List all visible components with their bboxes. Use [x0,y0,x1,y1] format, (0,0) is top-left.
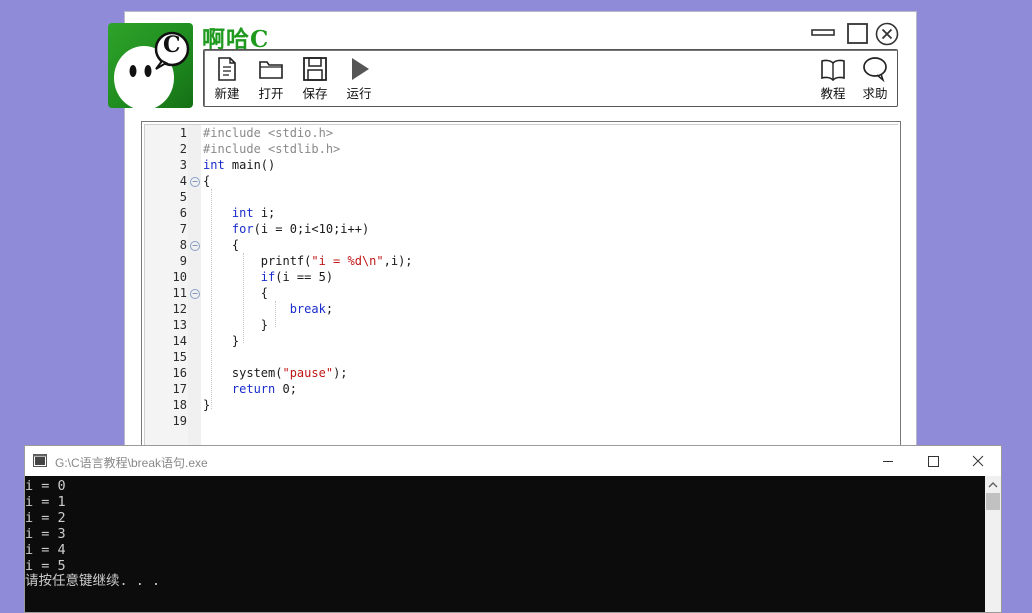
code-line: } [203,318,269,332]
code-line: return 0; [231,382,297,396]
line-number: 17 [172,382,187,396]
code-line: break; [289,302,334,316]
floppy-disk-icon [303,57,327,81]
code-line: printf("i = %d\n",i); [203,254,413,268]
line-number: 2 [179,142,187,156]
fold-margin [188,125,201,450]
fold-marker-icon[interactable]: − [190,289,200,299]
line-number: 5 [179,190,187,204]
close-icon [972,455,984,467]
code-line: #include <stdlib.h> [203,142,341,156]
save-label: 保存 [302,86,328,101]
help-label: 求助 [862,86,888,101]
open-button[interactable]: 打开 [248,56,294,104]
minimize-icon [883,461,893,462]
line-number: 7 [179,222,187,236]
line-number: 19 [172,414,187,428]
fold-marker-icon[interactable]: − [190,177,200,187]
maximize-icon [928,456,939,467]
line-number: 18 [172,398,187,412]
minimize-icon [811,29,835,36]
close-button[interactable] [875,22,899,46]
line-number: 16 [172,366,187,380]
code-line: } [203,398,211,412]
maximize-icon [847,23,868,44]
line-number: 9 [179,254,187,268]
logo-letter: C [163,32,181,58]
book-icon [821,59,845,82]
console-maximize-button[interactable] [910,446,956,476]
console-line: i = 1 [25,494,66,510]
console-scrollbar[interactable] [985,476,1001,612]
app-logo: C [108,23,193,108]
open-label: 打开 [258,86,284,101]
line-number: 11 [172,286,187,300]
line-number: 14 [172,334,187,348]
scrollbar-thumb[interactable] [986,493,1000,510]
run-button[interactable]: 运行 [336,56,382,104]
line-number: 15 [172,350,187,364]
console-title: G:\C语言教程\break语句.exe [55,456,208,470]
console-window: G:\C语言教程\break语句.exe i = 0 i = 1 i = 2 i… [24,445,1002,613]
code-line: } [203,334,240,348]
line-number: 12 [172,302,187,316]
console-titlebar[interactable]: G:\C语言教程\break语句.exe [25,446,1001,476]
console-app-icon [33,454,47,467]
code-line: { [203,174,211,188]
line-number: 13 [172,318,187,332]
code-line: { [203,286,269,300]
play-icon [352,58,369,80]
new-label: 新建 [214,86,240,101]
console-line: i = 2 [25,510,66,526]
minimize-button[interactable] [811,22,835,46]
scroll-up-icon [988,482,998,488]
new-file-icon [218,57,236,81]
code-line: { [203,238,240,252]
speech-bubble-icon [863,57,887,82]
code-editor[interactable]: 1 2 3 4 5 6 7 8 9 10 11 12 13 14 15 16 17 18 19 − − − #inc… [141,121,901,451]
console-line: i = 0 [25,478,66,494]
console-line: i = 3 [25,526,66,542]
line-number: 6 [179,206,187,220]
maximize-button[interactable] [846,22,870,46]
line-number: 10 [172,270,187,284]
tutorial-button[interactable]: 教程 [810,56,856,104]
toolbar: 新建 打开 保存 运行 教程 求助 [203,49,898,107]
help-button[interactable]: 求助 [852,56,898,104]
code-line: for(i = 0;i<10;i++) [231,222,370,236]
tutorial-label: 教程 [820,86,846,101]
console-line: i = 4 [25,542,66,558]
fold-marker-icon[interactable]: − [190,241,200,251]
code-line: #include <stdio.h> [203,126,334,140]
line-number: 1 [179,126,187,140]
code-line: int i; [231,206,276,220]
run-label: 运行 [346,86,372,101]
console-output[interactable]: i = 0 i = 1 i = 2 i = 3 i = 4 i = 5 请按任意… [25,476,985,612]
console-line: i = 5 [25,558,66,574]
line-number: 3 [179,158,187,172]
console-minimize-button[interactable] [865,446,911,476]
line-number: 8 [179,238,187,252]
new-button[interactable]: 新建 [204,56,250,104]
console-close-button[interactable] [955,446,1001,476]
code-line: system("pause"); [203,366,348,380]
close-icon [875,22,899,46]
code-line: if(i == 5) [260,270,334,284]
save-button[interactable]: 保存 [292,56,338,104]
folder-icon [259,61,283,79]
line-number: 4 [179,174,187,188]
console-line: 请按任意键继续. . . [25,573,161,589]
code-line: int main() [203,158,276,172]
